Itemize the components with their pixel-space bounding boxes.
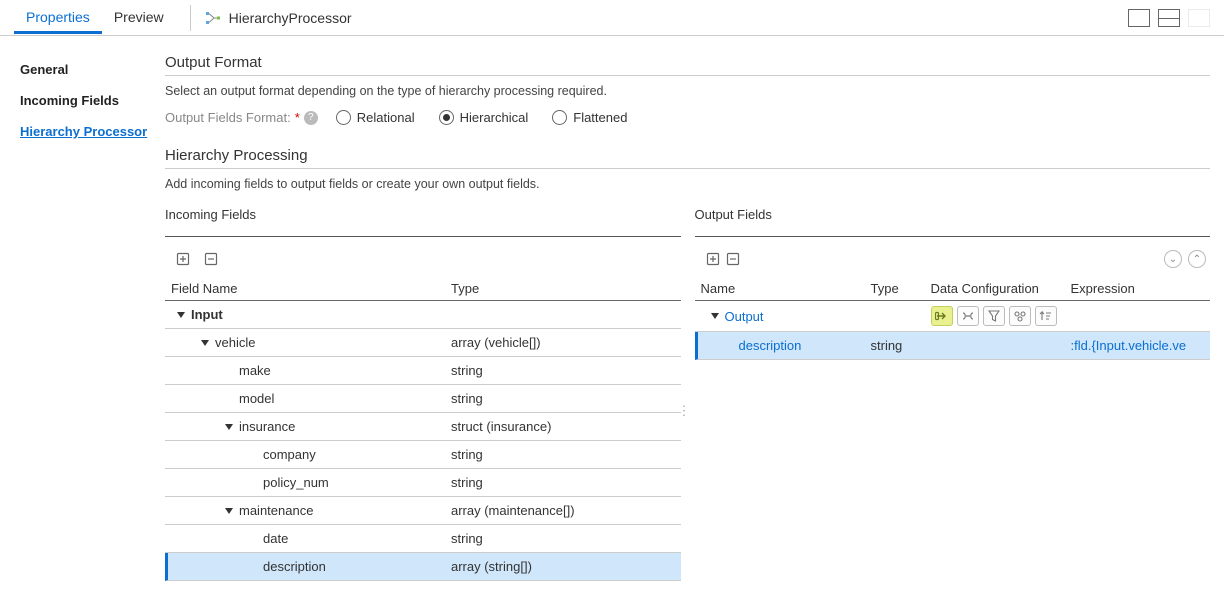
chevron-up-icon[interactable]: ⌃	[1188, 250, 1206, 268]
required-asterisk: *	[295, 110, 300, 125]
radio-relational[interactable]: Relational	[336, 110, 415, 125]
radio-icon	[552, 110, 567, 125]
collapse-all-icon[interactable]	[201, 249, 221, 269]
filter-icon[interactable]	[983, 306, 1005, 326]
hr	[695, 236, 1211, 237]
col-name: Name	[701, 281, 871, 296]
incoming-field-row[interactable]: Input	[165, 301, 681, 329]
output-root-name[interactable]: Output	[725, 309, 764, 324]
col-expression: Expression	[1071, 281, 1205, 296]
field-name: description	[263, 559, 326, 574]
radio-label: Hierarchical	[460, 110, 529, 125]
field-type: string	[451, 363, 675, 378]
col-type: Type	[871, 281, 931, 296]
col-field-name: Field Name	[171, 281, 451, 296]
output-fields-title: Output Fields	[695, 203, 1211, 230]
radio-hierarchical[interactable]: Hierarchical	[439, 110, 529, 125]
output-fields-panel: Output Fields ⌄ ⌃ Name Type	[695, 203, 1211, 581]
field-name: company	[263, 447, 316, 462]
output-table-header: Name Type Data Configuration Expression	[695, 277, 1211, 301]
field-type: string	[451, 391, 675, 406]
output-field-row[interactable]: description string :fld.{Input.vehicle.ve	[695, 332, 1211, 360]
hr	[165, 236, 681, 237]
field-name: maintenance	[239, 503, 313, 518]
field-type: string	[451, 531, 675, 546]
output-format-desc: Select an output format depending on the…	[165, 84, 1210, 98]
output-field-type: string	[871, 338, 931, 353]
caret-icon[interactable]	[225, 424, 233, 430]
output-field-name[interactable]: description	[739, 338, 802, 353]
incoming-field-row[interactable]: description array (string[])	[165, 553, 681, 581]
incoming-table-header: Field Name Type	[165, 277, 681, 301]
col-data-config: Data Configuration	[931, 281, 1071, 296]
field-type: string	[451, 475, 675, 490]
panel-split-icon[interactable]	[1158, 9, 1180, 27]
processor-icon	[205, 10, 221, 26]
caret-icon[interactable]	[225, 508, 233, 514]
field-name: make	[239, 363, 271, 378]
incoming-field-row[interactable]: maintenance array (maintenance[])	[165, 497, 681, 525]
incoming-field-row[interactable]: vehicle array (vehicle[])	[165, 329, 681, 357]
output-field-expression[interactable]: :fld.{Input.vehicle.ve	[1071, 338, 1205, 353]
field-type: array (vehicle[])	[451, 335, 675, 350]
field-type: struct (insurance)	[451, 419, 675, 434]
processor-name: HierarchyProcessor	[229, 10, 352, 26]
join-icon[interactable]	[957, 306, 979, 326]
sidebar-item-incoming-fields[interactable]: Incoming Fields	[20, 85, 165, 116]
expand-all-icon[interactable]	[703, 249, 723, 269]
output-format-title: Output Format	[165, 48, 1210, 76]
col-type: Type	[451, 281, 675, 296]
sort-icon[interactable]	[1035, 306, 1057, 326]
group-icon[interactable]	[1009, 306, 1031, 326]
divider	[190, 5, 191, 31]
data-source-icon[interactable]	[931, 306, 953, 326]
field-name: policy_num	[263, 475, 329, 490]
radio-label: Relational	[357, 110, 415, 125]
incoming-field-row[interactable]: company string	[165, 441, 681, 469]
radio-label: Flattened	[573, 110, 627, 125]
panel-resize-handle[interactable]: ⋮	[678, 403, 691, 419]
caret-icon[interactable]	[201, 340, 209, 346]
help-icon[interactable]: ?	[304, 111, 318, 125]
top-tabs: Properties Preview	[14, 1, 176, 34]
panel-layout-controls	[1128, 9, 1210, 27]
field-name: Input	[191, 307, 223, 322]
field-name: model	[239, 391, 274, 406]
collapse-all-icon[interactable]	[723, 249, 743, 269]
incoming-field-row[interactable]: model string	[165, 385, 681, 413]
panel-single-icon[interactable]	[1128, 9, 1150, 27]
tab-properties[interactable]: Properties	[14, 1, 102, 34]
output-format-label: Output Fields Format:	[165, 110, 291, 125]
radio-icon	[439, 110, 454, 125]
tab-preview[interactable]: Preview	[102, 1, 176, 34]
field-type: array (string[])	[451, 559, 675, 574]
incoming-fields-title: Incoming Fields	[165, 203, 681, 230]
hierarchy-processing-title: Hierarchy Processing	[165, 141, 1210, 169]
caret-icon[interactable]	[177, 312, 185, 318]
field-name: date	[263, 531, 288, 546]
chevron-down-icon[interactable]: ⌄	[1164, 250, 1182, 268]
caret-icon[interactable]	[711, 313, 719, 319]
sidebar-item-general[interactable]: General	[20, 54, 165, 85]
field-type: array (maintenance[])	[451, 503, 675, 518]
sidebar-item-hierarchy-processor[interactable]: Hierarchy Processor	[20, 116, 165, 147]
field-name: vehicle	[215, 335, 255, 350]
sidebar: General Incoming Fields Hierarchy Proces…	[0, 36, 165, 581]
hierarchy-processing-desc: Add incoming fields to output fields or …	[165, 177, 1210, 191]
incoming-fields-panel: Incoming Fields Field Name Type Input veh…	[165, 203, 681, 581]
incoming-field-row[interactable]: make string	[165, 357, 681, 385]
field-name: insurance	[239, 419, 295, 434]
expand-all-icon[interactable]	[173, 249, 193, 269]
output-format-radio-group: Relational Hierarchical Flattened	[336, 110, 628, 125]
radio-icon	[336, 110, 351, 125]
incoming-field-row[interactable]: policy_num string	[165, 469, 681, 497]
panel-max-icon[interactable]	[1188, 9, 1210, 27]
output-root-row[interactable]: Output	[695, 301, 1211, 332]
incoming-field-row[interactable]: insurance struct (insurance)	[165, 413, 681, 441]
radio-flattened[interactable]: Flattened	[552, 110, 627, 125]
field-type: string	[451, 447, 675, 462]
incoming-field-row[interactable]: date string	[165, 525, 681, 553]
